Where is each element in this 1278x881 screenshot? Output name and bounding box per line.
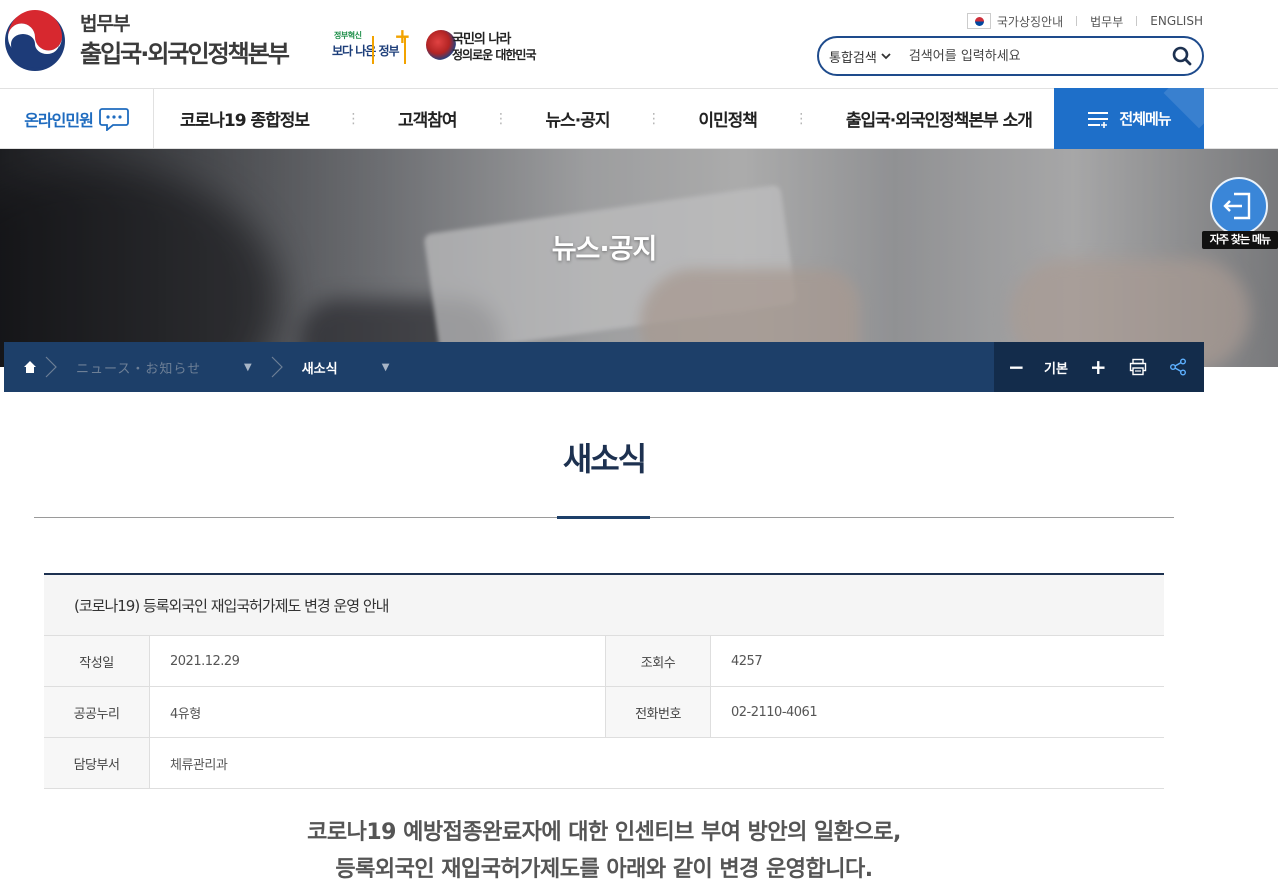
page-title: 새소식 <box>562 440 647 478</box>
utility-links: 국가상징안내 법무부 ENGLISH <box>966 12 1203 30</box>
license-label: 공공누리 <box>44 687 150 737</box>
gov-innovation-badge[interactable]: 정부혁신 보다 나은 정부 + <box>332 24 414 66</box>
korea-flag-icon <box>966 13 991 29</box>
title-accent-bar <box>557 516 650 519</box>
views-value: 4257 <box>731 653 763 669</box>
hamburger-icon <box>1088 111 1109 128</box>
phone-value: 02-2110-4061 <box>731 704 818 720</box>
search-scope-select[interactable]: 통합검색 <box>829 47 891 66</box>
share-icon[interactable] <box>1169 358 1187 376</box>
nav-item-customer[interactable]: 고객참여 <box>398 106 458 131</box>
chevron-down-icon[interactable]: ▼ <box>382 362 390 373</box>
quick-menu-button[interactable]: 자주 찾는 메뉴 <box>1202 173 1278 253</box>
quick-menu-circle <box>1210 177 1268 235</box>
divider <box>1076 16 1078 26</box>
site-header: 법무부 출입국·외국인정책본부 정부혁신 보다 나은 정부 + 국민의 나라 정… <box>0 0 1278 88</box>
hero-banner: 뉴스·공지 <box>0 149 1278 367</box>
dept-value: 체류관리과 <box>170 757 228 773</box>
post-detail-table: (코로나19) 등록외국인 재입국허가제도 변경 운영 안내 작성일 2021.… <box>44 573 1164 789</box>
table-row: 공공누리 4유형 전화번호 02-2110-4061 <box>44 687 1164 738</box>
nav-divider: ⋮ <box>794 110 809 127</box>
plus-mark-icon: + <box>394 24 411 48</box>
chevron-down-icon[interactable]: ▼ <box>244 362 252 373</box>
date-label: 작성일 <box>44 636 150 686</box>
divider <box>1136 16 1138 26</box>
breadcrumb-separator-icon <box>271 356 283 378</box>
license-value: 4유형 <box>170 706 201 722</box>
online-petition-button[interactable]: 온라인민원 <box>0 89 154 148</box>
gnb-menu: 코로나19 종합정보 ⋮ 고객참여 ⋮ 뉴스·공지 ⋮ 이민정책 ⋮ 출입국·외… <box>154 89 1054 148</box>
nav-item-immigration-policy[interactable]: 이민정책 <box>698 106 758 131</box>
nav-item-news[interactable]: 뉴스·공지 <box>545 106 610 131</box>
phone-label: 전화번호 <box>605 687 711 737</box>
util-link-national-symbols[interactable]: 국가상징안내 <box>997 13 1063 30</box>
nation-slogan-badge[interactable]: 국민의 나라 정의로운 대한민국 <box>424 26 556 66</box>
exit-arrow-icon <box>1223 192 1251 220</box>
post-body-line1: 코로나19 예방접종완료자에 대한 인센티브 부여 방안의 일환으로, <box>307 820 901 845</box>
all-menu-label: 전체메뉴 <box>1119 110 1171 128</box>
views-label: 조회수 <box>605 636 711 686</box>
page-tools: − 기본 + <box>994 342 1204 392</box>
chevron-down-icon <box>881 53 891 60</box>
print-icon[interactable] <box>1129 358 1147 376</box>
nav-divider: ⋮ <box>646 110 661 127</box>
quick-menu-label: 자주 찾는 메뉴 <box>1202 231 1278 249</box>
breadcrumb-level2[interactable]: 새소식 <box>302 358 368 377</box>
post-subject: (코로나19) 등록외국인 재입국허가제도 변경 운영 안내 <box>44 575 1164 636</box>
breadcrumb-separator-icon <box>45 356 57 378</box>
ministry-name: 법무부 <box>80 13 130 35</box>
nav-divider: ⋮ <box>346 110 361 127</box>
all-menu-button[interactable]: 전체메뉴 <box>1054 88 1204 149</box>
date-value: 2021.12.29 <box>170 653 240 669</box>
breadcrumb: ニュース・お知らせ ▼ 새소식 ▼ − 기본 + <box>4 342 1204 392</box>
nav-divider: ⋮ <box>493 110 508 127</box>
search-box: 통합검색 <box>817 36 1204 76</box>
slogan-line1: 국민의 나라 <box>452 32 511 47</box>
post-body-line2: 등록외국인 재입국허가제도를 아래와 같이 변경 운영합니다. <box>335 857 873 881</box>
search-icon[interactable] <box>1172 46 1192 66</box>
nav-item-covid19[interactable]: 코로나19 종합정보 <box>180 106 310 131</box>
main-nav: 온라인민원 코로나19 종합정보 ⋮ 고객참여 ⋮ 뉴스·공지 ⋮ 이민정책 ⋮… <box>0 88 1278 149</box>
dept-label: 담당부서 <box>44 738 150 788</box>
util-link-english[interactable]: ENGLISH <box>1150 14 1203 28</box>
zoom-in-button[interactable]: + <box>1090 355 1107 379</box>
table-row: 작성일 2021.12.29 조회수 4257 <box>44 636 1164 687</box>
nav-item-about[interactable]: 출입국·외국인정책본부 소개 <box>846 106 1033 131</box>
government-emblem-icon[interactable] <box>4 10 66 72</box>
home-icon[interactable] <box>22 359 38 375</box>
zoom-out-button[interactable]: − <box>1008 355 1025 379</box>
search-input[interactable] <box>908 48 1159 64</box>
post-body: 코로나19 예방접종완료자에 대한 인센티브 부여 방안의 일환으로, 등록외국… <box>0 814 1208 881</box>
util-link-ministry[interactable]: 법무부 <box>1090 13 1123 30</box>
chat-bubble-icon <box>98 107 129 131</box>
search-scope-label: 통합검색 <box>829 50 877 66</box>
site-logo-text[interactable]: 출입국·외국인정책본부 <box>80 34 290 69</box>
zoom-reset-button[interactable]: 기본 <box>1044 358 1068 377</box>
table-row: 담당부서 체류관리과 <box>44 738 1164 789</box>
gov-badge-small: 정부혁신 <box>334 31 362 40</box>
breadcrumb-level1[interactable]: ニュース・お知らせ <box>76 358 226 377</box>
online-petition-label: 온라인민원 <box>24 110 94 130</box>
hero-title: 뉴스·공지 <box>551 234 658 265</box>
slogan-line2: 정의로운 대한민국 <box>452 48 536 62</box>
